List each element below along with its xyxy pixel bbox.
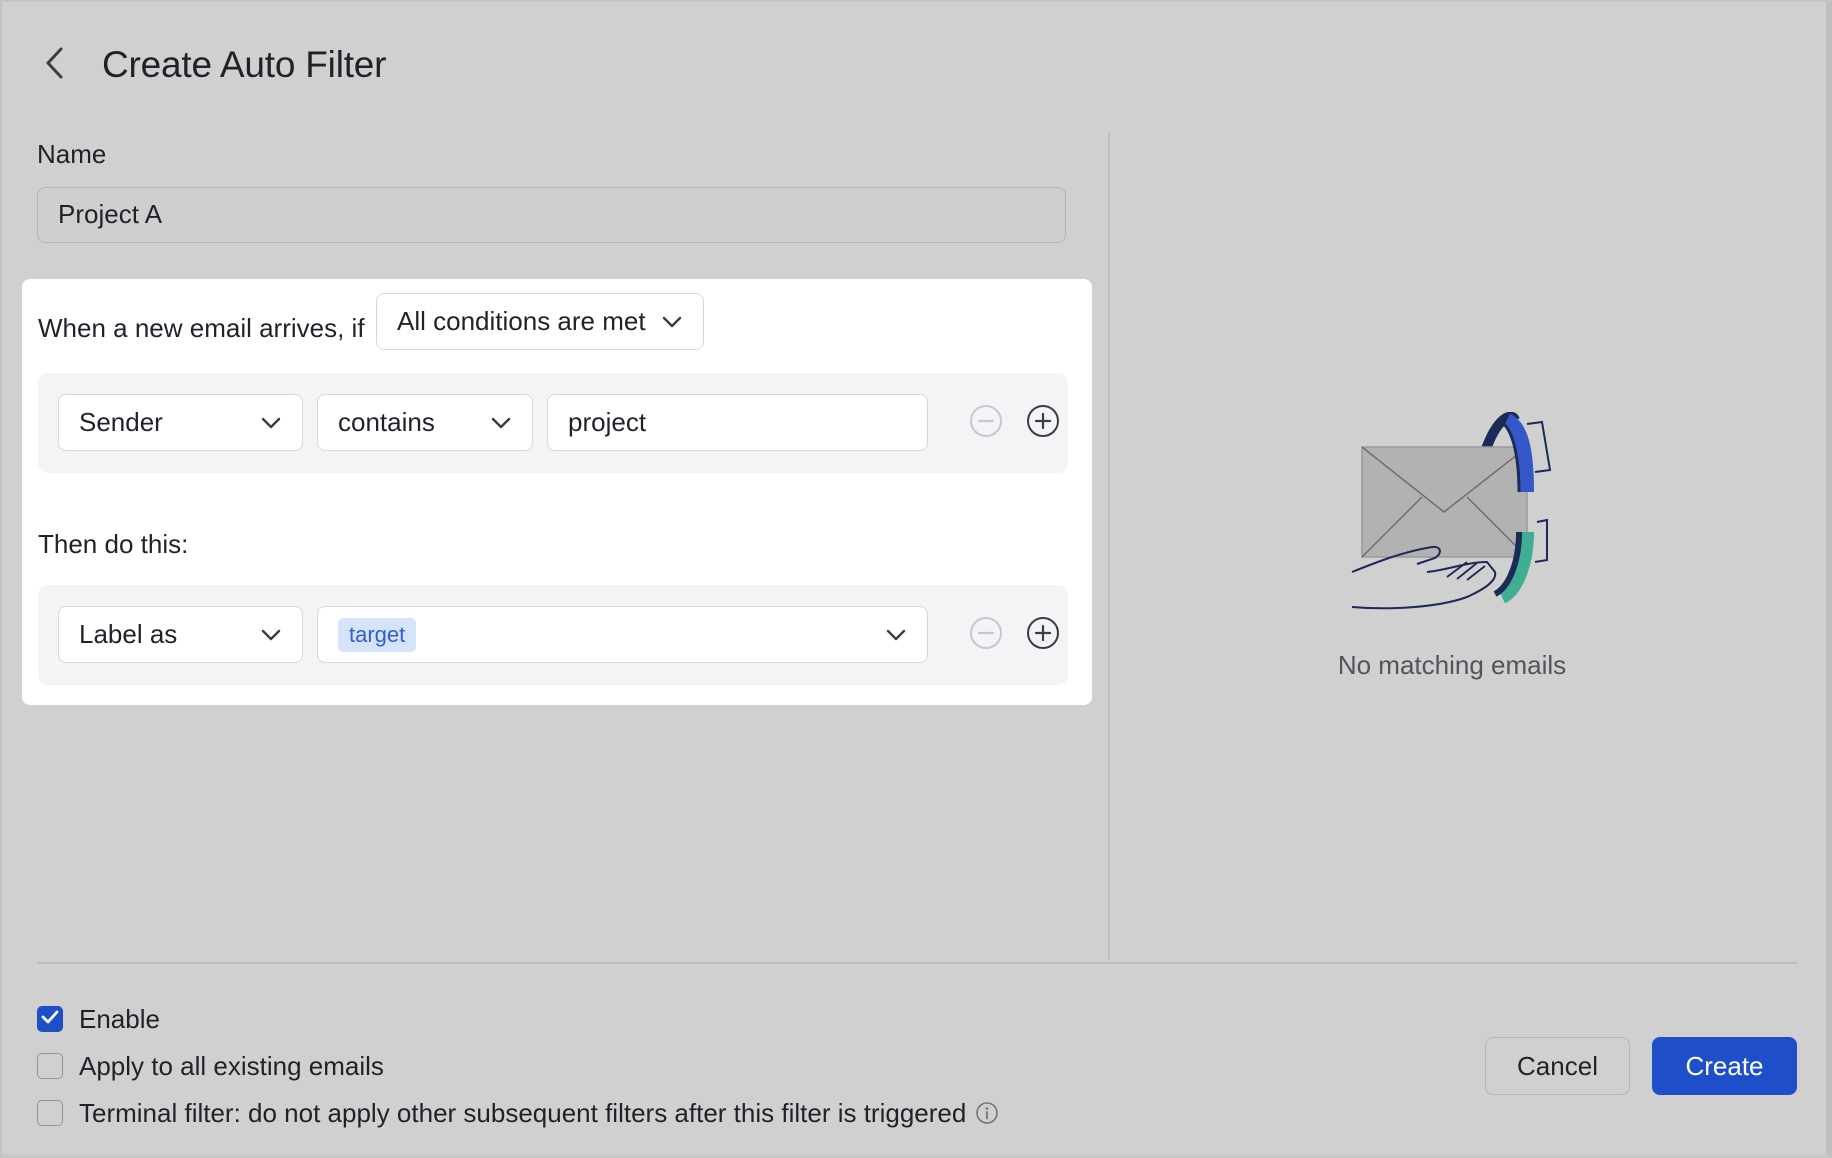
apply-existing-label: Apply to all existing emails <box>79 1051 384 1081</box>
action-row: Label as target <box>38 585 1068 685</box>
label-select[interactable]: target <box>317 606 928 663</box>
terminal-filter-label: Terminal filter: do not apply other subs… <box>79 1098 967 1128</box>
info-icon[interactable] <box>975 1101 999 1125</box>
empty-state-text: No matching emails <box>1337 650 1567 680</box>
enable-checkbox[interactable] <box>37 1006 63 1032</box>
footer-divider <box>37 962 1797 964</box>
condition-operator-select[interactable]: contains <box>317 394 533 451</box>
enable-option[interactable]: Enable <box>37 1001 160 1037</box>
cancel-button[interactable]: Cancel <box>1485 1037 1630 1095</box>
then-label: Then do this: <box>38 529 189 559</box>
chevron-down-icon <box>260 416 282 430</box>
chevron-down-icon <box>490 416 512 430</box>
condition-operator-value: contains <box>338 407 435 437</box>
match-mode-select[interactable]: All conditions are met <box>376 293 704 350</box>
add-condition-button[interactable] <box>1025 404 1061 443</box>
label-tag: target <box>338 617 417 652</box>
condition-row: Sender contains project <box>38 373 1068 473</box>
match-mode-value: All conditions are met <box>397 306 646 336</box>
envelope-hand-icon <box>1347 411 1567 612</box>
condition-value-input[interactable]: project <box>547 394 928 451</box>
plus-circle-icon <box>1026 616 1060 655</box>
page-title: Create Auto Filter <box>102 44 387 85</box>
chevron-down-icon <box>260 628 282 642</box>
chevron-down-icon <box>661 315 683 329</box>
apply-existing-checkbox[interactable] <box>37 1053 63 1079</box>
checkmark-icon <box>41 1010 59 1029</box>
remove-action-button[interactable] <box>968 616 1004 655</box>
dialog-header: Create Auto Filter <box>2 2 1826 127</box>
create-auto-filter-dialog: Create Auto Filter Name Project A When a… <box>0 0 1832 1158</box>
minus-circle-icon <box>969 616 1003 655</box>
add-action-button[interactable] <box>1025 616 1061 655</box>
apply-existing-option[interactable]: Apply to all existing emails <box>37 1048 384 1084</box>
chevron-down-icon <box>885 628 907 642</box>
name-label: Name <box>37 139 107 169</box>
plus-circle-icon <box>1026 404 1060 443</box>
terminal-filter-option[interactable]: Terminal filter: do not apply other subs… <box>37 1095 999 1131</box>
action-type-select[interactable]: Label as <box>58 606 303 663</box>
action-type-value: Label as <box>79 619 178 649</box>
enable-label: Enable <box>79 1004 160 1034</box>
remove-condition-button[interactable] <box>968 404 1004 443</box>
vertical-divider <box>1108 132 1110 960</box>
terminal-filter-checkbox[interactable] <box>37 1100 63 1126</box>
name-input[interactable]: Project A <box>37 187 1066 243</box>
condition-field-select[interactable]: Sender <box>58 394 303 451</box>
create-button[interactable]: Create <box>1652 1037 1797 1095</box>
back-button[interactable] <box>36 42 72 88</box>
condition-field-value: Sender <box>79 407 163 437</box>
chevron-left-icon <box>43 45 65 86</box>
condition-intro-text: When a new email arrives, if <box>38 313 365 343</box>
rules-panel: When a new email arrives, if All conditi… <box>22 279 1092 705</box>
minus-circle-icon <box>969 404 1003 443</box>
